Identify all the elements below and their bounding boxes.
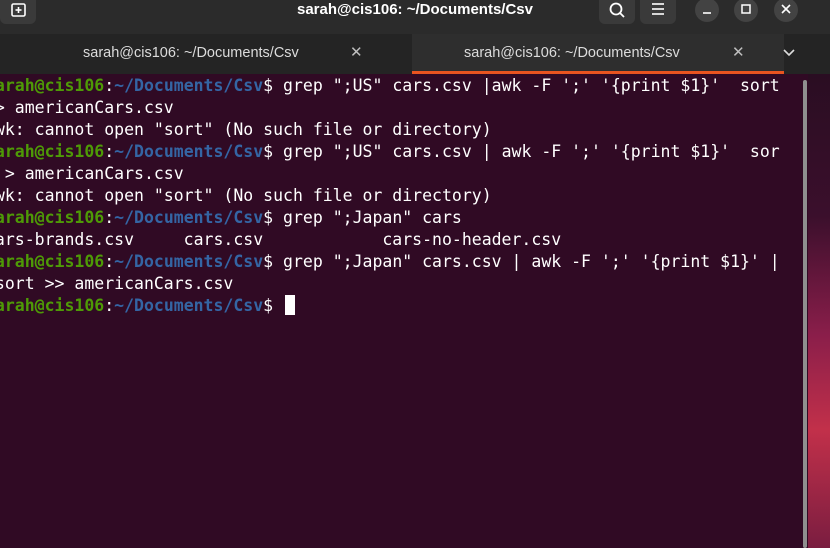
terminal-line: > americanCars.csv	[0, 97, 174, 119]
output-text: t > americanCars.csv	[0, 164, 184, 183]
terminal-line: sort >> americanCars.csv	[0, 273, 233, 295]
tab-bar: sarah@cis106: ~/Documents/Csv ✕ sarah@ci…	[0, 34, 830, 74]
tab-close-button[interactable]: ✕	[350, 34, 363, 72]
terminal-line: awk: cannot open "sort" (No such file or…	[0, 185, 492, 207]
prompt-separator: :	[104, 76, 115, 95]
prompt-path: ~/Documents/Csv	[114, 142, 264, 161]
command-input[interactable]	[273, 296, 283, 315]
prompt-separator: :	[104, 296, 115, 315]
prompt-separator: :	[104, 252, 115, 271]
terminal-line: sarah@cis106:~/Documents/Csv$ grep ";Jap…	[0, 251, 780, 273]
output-text: sort >> americanCars.csv	[0, 274, 234, 293]
terminal-line: awk: cannot open "sort" (No such file or…	[0, 119, 492, 141]
text-cursor	[285, 295, 296, 315]
prompt-user-host: sarah@cis106	[0, 142, 105, 161]
close-icon	[781, 4, 791, 14]
search-icon	[609, 2, 625, 18]
prompt-symbol: $	[263, 76, 274, 95]
terminal-line: sarah@cis106:~/Documents/Csv$	[0, 295, 296, 317]
prompt-symbol: $	[263, 296, 274, 315]
tab-label: sarah@cis106: ~/Documents/Csv	[464, 45, 680, 61]
tab-overflow-button[interactable]	[772, 34, 806, 72]
close-button[interactable]	[774, 0, 798, 22]
prompt-path: ~/Documents/Csv	[114, 208, 264, 227]
desktop-background	[808, 74, 830, 548]
command-text: grep ";US" cars.csv | awk -F ';' '{print…	[273, 142, 780, 161]
prompt-user-host: sarah@cis106	[0, 252, 105, 271]
prompt-symbol: $	[263, 208, 274, 227]
hamburger-menu-icon	[652, 3, 664, 15]
prompt-symbol: $	[263, 252, 274, 271]
title-bar: sarah@cis106: ~/Documents/Csv	[0, 0, 830, 34]
command-text: grep ";Japan" cars	[273, 208, 462, 227]
terminal-line: sarah@cis106:~/Documents/Csv$ grep ";US"…	[0, 141, 780, 163]
terminal-line: sarah@cis106:~/Documents/Csv$ grep ";US"…	[0, 75, 780, 97]
error-text: awk: cannot open "sort" (No such file or…	[0, 186, 492, 205]
terminal-output[interactable]: sarah@cis106:~/Documents/Csv$ grep ";US"…	[0, 74, 804, 548]
prompt-user-host: sarah@cis106	[0, 208, 105, 227]
prompt-path: ~/Documents/Csv	[114, 296, 264, 315]
tab-terminal-2[interactable]: sarah@cis106: ~/Documents/Csv ✕	[412, 34, 784, 74]
prompt-user-host: sarah@cis106	[0, 76, 105, 95]
output-text: > americanCars.csv	[0, 98, 174, 117]
prompt-separator: :	[104, 208, 115, 227]
prompt-separator: :	[104, 142, 115, 161]
menu-button[interactable]	[640, 0, 676, 24]
terminal-line: sarah@cis106:~/Documents/Csv$ grep ";Jap…	[0, 207, 462, 229]
maximize-icon	[741, 4, 751, 14]
terminal-line: t > americanCars.csv	[0, 163, 184, 185]
tab-terminal-1[interactable]: sarah@cis106: ~/Documents/Csv ✕	[0, 34, 392, 74]
prompt-symbol: $	[263, 142, 274, 161]
prompt-path: ~/Documents/Csv	[114, 252, 264, 271]
chevron-down-icon	[783, 49, 795, 57]
terminal-line: cars-brands.csv cars.csv cars-no-header.…	[0, 229, 561, 251]
search-button[interactable]	[599, 0, 635, 24]
minimize-button[interactable]	[695, 0, 719, 22]
command-text: grep ";US" cars.csv |awk -F ';' '{print …	[273, 76, 780, 95]
prompt-user-host: sarah@cis106	[0, 296, 105, 315]
error-text: awk: cannot open "sort" (No such file or…	[0, 120, 492, 139]
output-text: cars-brands.csv cars.csv cars-no-header.…	[0, 230, 562, 249]
maximize-button[interactable]	[734, 0, 758, 22]
tab-label: sarah@cis106: ~/Documents/Csv	[83, 45, 299, 61]
command-text: grep ";Japan" cars.csv | awk -F ';' '{pr…	[273, 252, 780, 271]
prompt-path: ~/Documents/Csv	[114, 76, 264, 95]
tab-close-button[interactable]: ✕	[732, 34, 745, 72]
minimize-icon	[703, 12, 711, 14]
scrollbar[interactable]	[803, 80, 807, 548]
